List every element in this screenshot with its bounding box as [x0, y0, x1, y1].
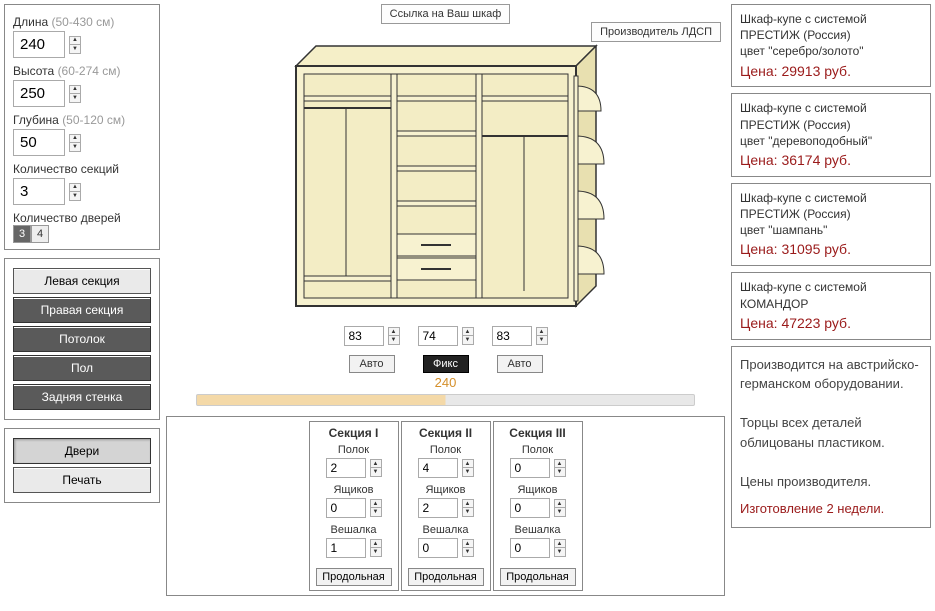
actions-panel: Двери Печать: [4, 428, 160, 503]
price-value: Цена: 31095 руб.: [740, 240, 922, 259]
section-header: Секция I: [316, 426, 392, 440]
length-label: Длина (50-430 см): [13, 15, 151, 29]
sections-count-label: Количество секций: [13, 162, 151, 176]
wardrobe-preview: [286, 36, 606, 316]
section-widths-row: ▲▼ Авто ▲▼ Фикс ▲▼ Авто: [166, 324, 725, 373]
section3-shelves-input[interactable]: [510, 458, 550, 478]
ceiling-button[interactable]: Потолок: [13, 326, 151, 352]
info-line: Торцы всех деталей облицованы пластиком.: [740, 413, 922, 452]
section3-orientation-button[interactable]: Продольная: [500, 568, 576, 586]
components-panel: Левая секция Правая секция Потолок Пол З…: [4, 258, 160, 420]
sections-spinner[interactable]: ▲▼: [69, 183, 81, 201]
price-variant: цвет "шампань": [740, 222, 922, 238]
right-section-button[interactable]: Правая секция: [13, 297, 151, 323]
section2-width-spinner[interactable]: ▲▼: [462, 327, 474, 345]
section1-width-spinner[interactable]: ▲▼: [388, 327, 400, 345]
section1-orientation-button[interactable]: Продольная: [316, 568, 392, 586]
door-option-4[interactable]: 4: [31, 225, 49, 243]
sections-config-row: Секция I Полок ▲▼ Ящиков ▲▼ Вешалка ▲▼ П…: [166, 416, 725, 596]
section2-shelves-input[interactable]: [418, 458, 458, 478]
section1-width-input[interactable]: [344, 326, 384, 346]
price-title: Шкаф-купе с системой ПРЕСТИЖ (Россия): [740, 11, 922, 43]
total-width-display: 240: [166, 375, 725, 390]
doors-count-label: Количество дверей: [13, 211, 151, 225]
section2-orientation-button[interactable]: Продольная: [408, 568, 484, 586]
section2-width-input[interactable]: [418, 326, 458, 346]
availability: Изготовление 2 недели.: [740, 499, 922, 519]
section-card-1: Секция I Полок ▲▼ Ящиков ▲▼ Вешалка ▲▼ П…: [309, 421, 399, 591]
price-card-4[interactable]: Шкаф-купе с системой КОМАНДОР Цена: 4722…: [731, 272, 931, 339]
depth-label: Глубина (50-120 см): [13, 113, 151, 127]
section3-mode-auto[interactable]: Авто: [497, 355, 543, 373]
back-wall-button[interactable]: Задняя стенка: [13, 384, 151, 410]
section2-drawers-input[interactable]: [418, 498, 458, 518]
doors-button[interactable]: Двери: [13, 438, 151, 464]
section1-shelves-input[interactable]: [326, 458, 366, 478]
price-card-3[interactable]: Шкаф-купе с системой ПРЕСТИЖ (Россия) цв…: [731, 183, 931, 266]
height-label: Высота (60-274 см): [13, 64, 151, 78]
price-card-2[interactable]: Шкаф-купе с системой ПРЕСТИЖ (Россия) цв…: [731, 93, 931, 176]
print-button[interactable]: Печать: [13, 467, 151, 493]
info-card: Производится на австрийско-германском об…: [731, 346, 931, 528]
info-line: Цены производителя.: [740, 472, 922, 492]
price-title: Шкаф-купе с системой ПРЕСТИЖ (Россия): [740, 190, 922, 222]
dimensions-panel: Длина (50-430 см) ▲▼ Высота (60-274 см) …: [4, 4, 160, 250]
manufacturer-chip[interactable]: Производитель ЛДСП: [591, 22, 721, 42]
section-card-3: Секция III Полок ▲▼ Ящиков ▲▼ Вешалка ▲▼…: [493, 421, 583, 591]
section3-drawers-input[interactable]: [510, 498, 550, 518]
price-value: Цена: 47223 руб.: [740, 314, 922, 333]
section1-hanger-input[interactable]: [326, 538, 366, 558]
price-title: Шкаф-купе с системой ПРЕСТИЖ (Россия): [740, 100, 922, 132]
price-value: Цена: 29913 руб.: [740, 62, 922, 81]
price-value: Цена: 36174 руб.: [740, 151, 922, 170]
height-input[interactable]: [13, 80, 65, 107]
section-header: Секция II: [408, 426, 484, 440]
door-option-3[interactable]: 3: [13, 225, 31, 243]
sections-count-input[interactable]: [13, 178, 65, 205]
depth-spinner[interactable]: ▲▼: [69, 134, 81, 152]
price-card-1[interactable]: Шкаф-купе с системой ПРЕСТИЖ (Россия) цв…: [731, 4, 931, 87]
section-header: Секция III: [500, 426, 576, 440]
section3-hanger-input[interactable]: [510, 538, 550, 558]
length-spinner[interactable]: ▲▼: [69, 36, 81, 54]
section2-hanger-input[interactable]: [418, 538, 458, 558]
floor-button[interactable]: Пол: [13, 355, 151, 381]
section-card-2: Секция II Полок ▲▼ Ящиков ▲▼ Вешалка ▲▼ …: [401, 421, 491, 591]
section3-width-spinner[interactable]: ▲▼: [536, 327, 548, 345]
price-variant: цвет "серебро/золото": [740, 43, 922, 59]
left-section-button[interactable]: Левая секция: [13, 268, 151, 294]
section3-width-input[interactable]: [492, 326, 532, 346]
section1-drawers-input[interactable]: [326, 498, 366, 518]
section2-mode-fixed[interactable]: Фикс: [423, 355, 469, 373]
height-spinner[interactable]: ▲▼: [69, 85, 81, 103]
section1-mode-auto[interactable]: Авто: [349, 355, 395, 373]
price-title: Шкаф-купе с системой КОМАНДОР: [740, 279, 922, 311]
info-line: Производится на австрийско-германском об…: [740, 355, 922, 394]
length-input[interactable]: [13, 31, 65, 58]
depth-input[interactable]: [13, 129, 65, 156]
width-slider[interactable]: [196, 394, 695, 406]
price-variant: цвет "деревоподобный": [740, 133, 922, 149]
link-chip[interactable]: Ссылка на Ваш шкаф: [381, 4, 511, 24]
